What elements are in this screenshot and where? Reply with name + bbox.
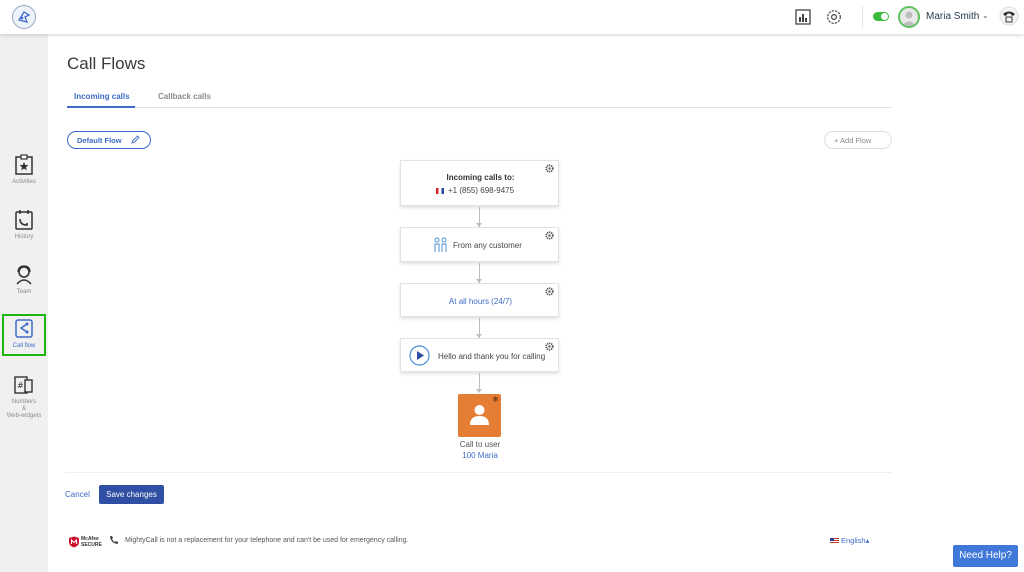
user-icon <box>470 405 489 425</box>
numbers-icon: # <box>14 376 33 394</box>
cancel-button[interactable]: Cancel <box>65 490 90 499</box>
call-to-label: Call to user <box>459 440 501 449</box>
greeting-node[interactable]: Hello and thank you for calling <box>400 338 559 372</box>
call-to-user-node[interactable]: ❄ <box>458 394 501 437</box>
handset-icon <box>110 536 118 544</box>
emergency-disclaimer: MightyCall is not a replacement for your… <box>125 537 409 544</box>
connector-line <box>479 373 480 390</box>
incoming-calls-title: Incoming calls to: <box>446 173 515 182</box>
sidebar-item-history[interactable]: History <box>2 205 46 247</box>
mcafee-line-2: SECURE <box>81 542 102 548</box>
call-flow-icon <box>15 319 33 338</box>
tab-callback-calls[interactable]: Callback calls <box>158 92 211 101</box>
status-toggle[interactable] <box>873 12 889 21</box>
play-icon[interactable] <box>409 345 430 366</box>
us-flag-icon <box>830 538 839 544</box>
incoming-calls-node[interactable]: Incoming calls to: +1 (855) 698-9475 <box>400 160 559 206</box>
gear-icon[interactable] <box>545 342 554 351</box>
gear-icon[interactable] <box>545 164 554 173</box>
reports-icon[interactable] <box>795 9 811 25</box>
sidebar-item-label: History <box>14 234 34 240</box>
sidebar-item-numbers[interactable]: # Numbers & Web-widgets <box>2 370 46 426</box>
section-divider <box>65 472 892 473</box>
page-title: Call Flows <box>67 54 146 73</box>
add-flow-button[interactable]: + Add Flow <box>824 131 892 149</box>
sidebar-item-call-flow[interactable]: Call flow <box>2 314 46 356</box>
flow-name: Default Flow <box>77 136 122 145</box>
phone-icon[interactable] <box>999 6 1019 26</box>
schedule-node[interactable]: At all hours (24/7) <box>400 283 559 317</box>
incoming-number: +1 (855) 698-9475 <box>448 186 515 195</box>
greeting-label: Hello and thank you for calling <box>438 352 546 361</box>
customers-icon <box>434 237 447 252</box>
chevron-down-icon[interactable]: ⌄ <box>982 11 989 20</box>
schedule-label[interactable]: At all hours (24/7) <box>401 297 560 306</box>
need-help-button[interactable]: Need Help? <box>953 545 1018 567</box>
active-tab-indicator <box>67 106 135 108</box>
svg-text:#: # <box>17 381 24 390</box>
sidebar-item-label: Call flow <box>12 343 36 349</box>
settings-icon[interactable] <box>826 9 842 25</box>
snowflake-icon: ❄ <box>492 395 499 404</box>
sidebar-item-team[interactable]: Team <box>2 260 46 302</box>
mcafee-badge: McAfee SECURE <box>81 536 102 548</box>
sidebar: Activities History Team Call flow # Numb… <box>0 34 48 572</box>
tab-bar: Incoming calls Callback calls <box>67 86 892 108</box>
user-name[interactable]: Maria Smith <box>926 11 979 22</box>
language-selector[interactable]: English▴ <box>830 536 869 545</box>
sidebar-item-label: Team <box>16 289 32 295</box>
top-bar: Maria Smith ⌄ <box>0 0 1024 34</box>
sidebar-item-label: & <box>21 406 26 412</box>
history-icon <box>15 210 33 230</box>
avatar[interactable] <box>898 6 920 28</box>
flag-icon <box>436 188 444 194</box>
gear-icon[interactable] <box>545 231 554 240</box>
customer-filter-label: From any customer <box>453 241 522 250</box>
sidebar-item-label: Activities <box>12 179 36 185</box>
pencil-icon <box>131 135 140 144</box>
team-icon <box>16 265 32 285</box>
save-changes-button[interactable]: Save changes <box>99 485 164 504</box>
call-to-user-link[interactable]: 100 Maria <box>430 451 530 460</box>
sidebar-item-label: Numbers <box>11 399 37 405</box>
tab-incoming-calls[interactable]: Incoming calls <box>74 92 130 101</box>
header-divider <box>862 6 863 28</box>
language-label: English▴ <box>841 536 870 545</box>
default-flow-button[interactable]: Default Flow <box>67 131 151 149</box>
mcafee-shield-icon <box>69 536 79 548</box>
arrow-down-icon <box>476 389 482 393</box>
activities-icon <box>15 154 33 175</box>
sidebar-item-label: Web-widgets <box>6 413 42 419</box>
customer-filter-node[interactable]: From any customer <box>400 227 559 262</box>
logo-icon[interactable] <box>12 5 36 29</box>
sidebar-item-activities[interactable]: Activities <box>2 150 46 192</box>
gear-icon[interactable] <box>545 287 554 296</box>
